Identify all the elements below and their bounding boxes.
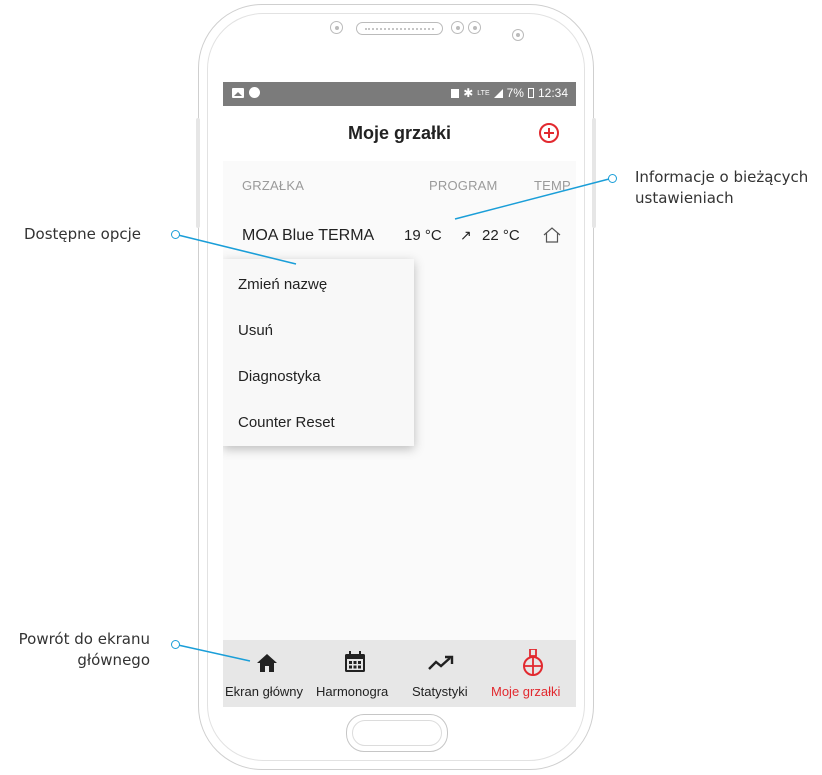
callout-home-line1: Powrót do ekranu — [18, 630, 150, 648]
callout-dot-home — [171, 640, 180, 649]
callout-dot-info — [608, 174, 617, 183]
callout-home-line2: głównego — [77, 651, 150, 669]
callout-dot-options — [171, 230, 180, 239]
callout-info-line2: ustawieniach — [635, 189, 734, 207]
callout-info-line1: Informacje o bieżących — [635, 168, 809, 186]
callout-options: Dostępne opcje — [24, 225, 142, 243]
